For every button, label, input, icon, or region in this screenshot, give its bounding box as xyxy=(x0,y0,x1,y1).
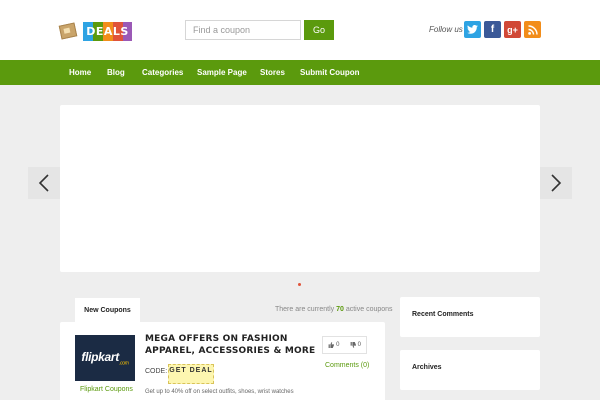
archives-widget: Archives xyxy=(400,350,540,390)
comments-link[interactable]: Comments (0) xyxy=(325,362,369,369)
logo-wordmark: DEALS xyxy=(83,21,132,41)
rss-icon[interactable] xyxy=(524,21,541,38)
vote-up-count: 0 xyxy=(336,342,340,348)
code-label: CODE: xyxy=(145,368,168,375)
coupon-title[interactable]: MEGA OFFERS ON FASHION APPAREL, ACCESSOR… xyxy=(145,333,320,357)
logo-text: DEALS xyxy=(86,24,129,38)
featured-slider xyxy=(60,105,540,272)
slider-dot-active[interactable] xyxy=(298,283,301,286)
active-suffix: active coupons xyxy=(343,306,393,313)
coupon-card: flipkart.com Flipkart Coupons MEGA OFFER… xyxy=(60,322,385,400)
main-nav: Home Blog Categories Sample Page Stores … xyxy=(0,60,600,85)
twitter-icon[interactable] xyxy=(464,21,481,38)
recent-comments-widget: Recent Comments xyxy=(400,297,540,337)
archives-title: Archives xyxy=(412,364,442,371)
get-deal-button[interactable]: GET DEAL xyxy=(168,364,214,384)
nav-categories[interactable]: Categories xyxy=(142,60,183,85)
chevron-right-icon xyxy=(551,174,562,192)
slider-prev-button[interactable] xyxy=(28,167,60,199)
tab-new-coupons[interactable]: New Coupons xyxy=(75,298,140,322)
search-go-button[interactable]: Go xyxy=(304,20,334,40)
store-coupons-link[interactable]: Flipkart Coupons xyxy=(80,386,133,393)
follow-us-label: Follow us : xyxy=(429,25,468,34)
nav-stores[interactable]: Stores xyxy=(260,60,285,85)
vote-up[interactable]: 0 xyxy=(323,342,345,348)
nav-home[interactable]: Home xyxy=(69,60,91,85)
store-logo-text: flipkart xyxy=(81,349,119,364)
coupon-description: Get up to 40% off on select outfits, sho… xyxy=(145,389,294,395)
facebook-glyph: f xyxy=(490,24,495,35)
google-plus-icon[interactable]: g+ xyxy=(504,21,521,38)
site-header: DEALS Go Follow us : f g+ xyxy=(0,0,600,60)
vote-down[interactable]: 0 xyxy=(345,342,367,348)
active-prefix: There are currently xyxy=(275,306,337,313)
google-plus-glyph: g+ xyxy=(507,24,518,35)
box-icon xyxy=(58,22,78,40)
active-number: 70 xyxy=(336,306,344,313)
nav-blog[interactable]: Blog xyxy=(107,60,125,85)
nav-sample-page[interactable]: Sample Page xyxy=(197,60,247,85)
vote-box: 0 0 xyxy=(322,336,367,354)
thumbs-up-icon xyxy=(328,342,335,348)
thumbs-down-icon xyxy=(350,342,356,348)
vote-down-count: 0 xyxy=(357,342,361,348)
coupon-search-input[interactable] xyxy=(185,20,301,40)
recent-comments-title: Recent Comments xyxy=(412,311,474,318)
chevron-left-icon xyxy=(38,174,49,192)
slider-next-button[interactable] xyxy=(540,167,572,199)
site-logo[interactable]: DEALS xyxy=(58,21,132,41)
flipkart-logo[interactable]: flipkart.com xyxy=(75,335,135,381)
nav-submit-coupon[interactable]: Submit Coupon xyxy=(300,60,360,85)
active-coupons-count: There are currently 70 active coupons xyxy=(275,306,393,313)
facebook-icon[interactable]: f xyxy=(484,21,501,38)
store-logo-suffix: .com xyxy=(118,360,129,367)
